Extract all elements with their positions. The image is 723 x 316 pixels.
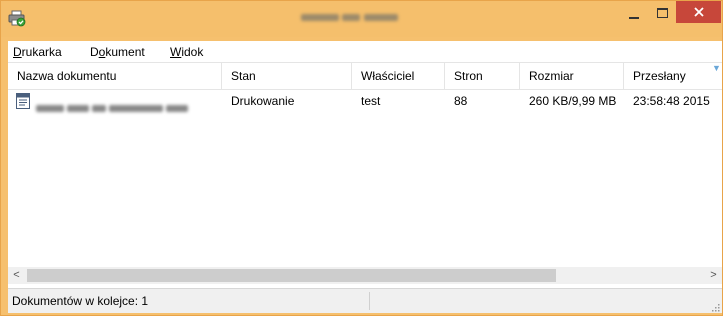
status-bar: Dokumentów w kolejce: 1 <box>8 288 722 313</box>
document-icon <box>16 93 30 109</box>
sort-indicator-icon: ▼ <box>712 63 721 73</box>
scroll-left-icon[interactable]: < <box>8 267 25 284</box>
minimize-button[interactable] <box>621 3 647 25</box>
resize-grip-icon[interactable] <box>710 301 720 312</box>
status-divider <box>369 292 370 310</box>
cell-status: Drukowanie <box>231 94 295 108</box>
cell-submitted: 23:58:48 2015 <box>633 94 710 108</box>
printer-icon <box>8 9 26 27</box>
job-list: Nazwa dokumentu Stan Właściciel Stron Ro… <box>8 63 722 289</box>
close-button[interactable] <box>676 1 721 23</box>
column-header-status[interactable]: Stan <box>222 63 352 89</box>
column-header-row: Nazwa dokumentu Stan Właściciel Stron Ro… <box>8 63 722 90</box>
scroll-right-icon[interactable]: > <box>705 267 722 284</box>
document-name-redacted <box>36 97 214 112</box>
window-title-redacted <box>301 10 441 26</box>
horizontal-scrollbar[interactable]: < > <box>8 267 722 284</box>
column-header-submitted[interactable]: Przesłany <box>624 63 722 89</box>
cell-size: 260 KB/9,99 MB <box>529 94 617 108</box>
menu-drukarka[interactable]: Drukarka <box>11 44 64 60</box>
cell-owner: test <box>361 94 381 108</box>
column-header-size[interactable]: Rozmiar <box>520 63 624 89</box>
column-header-name[interactable]: Nazwa dokumentu <box>8 63 222 89</box>
column-header-owner[interactable]: Właściciel <box>352 63 445 89</box>
column-header-pages[interactable]: Stron <box>445 63 520 89</box>
close-icon <box>694 7 704 17</box>
menu-bar: Drukarka Dokument Widok <box>8 41 722 63</box>
table-row[interactable]: Drukowanie test 88 260 KB/9,99 MB 23:58:… <box>8 90 722 112</box>
menu-dokument[interactable]: Dokument <box>88 44 147 60</box>
menu-widok[interactable]: Widok <box>168 44 205 60</box>
queue-count-text: Dokumentów w kolejce: 1 <box>12 294 149 308</box>
maximize-button[interactable] <box>649 3 675 25</box>
cell-pages: 88 <box>454 94 468 108</box>
print-queue-window: Drukarka Dokument Widok Nazwa dokumentu … <box>0 0 723 316</box>
title-bar[interactable] <box>1 1 722 37</box>
scroll-thumb[interactable] <box>27 269 556 282</box>
cell-document-name <box>12 90 222 112</box>
